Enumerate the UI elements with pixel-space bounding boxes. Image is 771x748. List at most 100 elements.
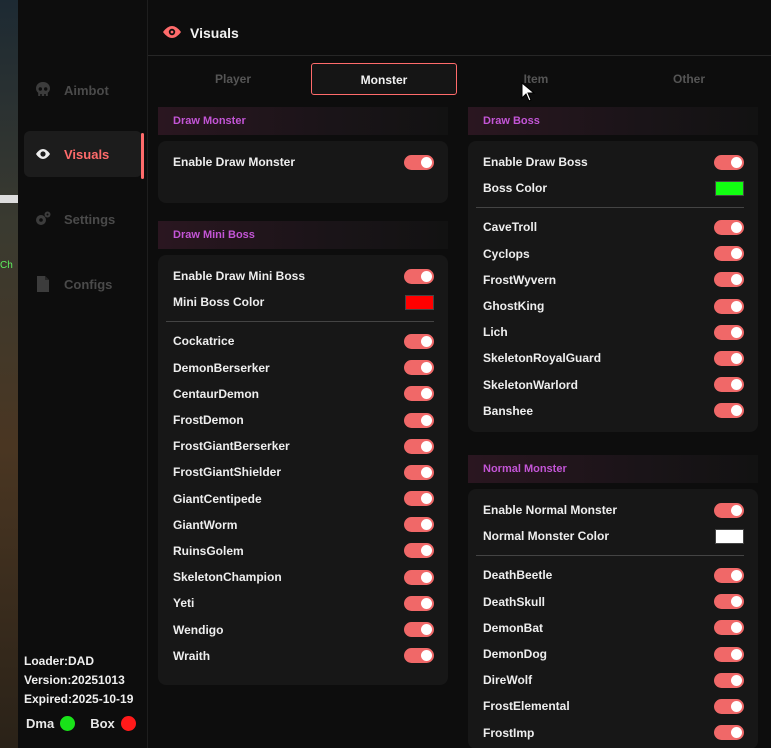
monster-label: Cockatrice	[173, 334, 235, 349]
monster-toggle[interactable]	[404, 622, 434, 638]
monster-label: CaveTroll	[483, 220, 538, 235]
setting-row: Enable Draw Monster	[158, 149, 448, 175]
panel-title: Draw Monster	[158, 107, 448, 135]
monster-row: FrostDemon	[158, 407, 448, 433]
mini-boss-color-swatch[interactable]	[405, 294, 434, 310]
monster-label: GiantCentipede	[173, 491, 262, 506]
monster-row: DeathBeetle	[468, 562, 758, 588]
monster-row: FrostWyvern	[468, 267, 758, 293]
monster-toggle[interactable]	[404, 464, 434, 480]
monster-label: GiantWorm	[173, 517, 238, 532]
setting-label: Enable Draw Mini Boss	[173, 269, 306, 284]
monster-row: FrostGiantShielder	[158, 459, 448, 485]
sidebar-item-label: Visuals	[64, 146, 110, 162]
monster-toggle[interactable]	[714, 698, 744, 714]
monster-toggle[interactable]	[714, 594, 744, 610]
monster-row: DireWolf	[468, 667, 758, 693]
mini-boss-list: Cockatrice DemonBerserker CentaurDemon Fros…	[158, 328, 448, 668]
box-label: Box	[90, 716, 115, 731]
monster-toggle[interactable]	[714, 219, 744, 235]
panel-title: Draw Mini Boss	[158, 221, 448, 249]
monster-label: FrostDemon	[173, 413, 244, 428]
monster-toggle[interactable]	[714, 567, 744, 583]
draw-monster-panel: Draw Monster Enable Draw Monster	[158, 107, 448, 203]
tab-bar: Player Monster Item Other	[160, 63, 760, 95]
setting-label: Enable Draw Boss	[483, 155, 588, 170]
monster-toggle[interactable]	[714, 298, 744, 314]
tab-monster[interactable]: Monster	[311, 63, 457, 95]
sidebar-item-configs[interactable]: Configs	[24, 261, 142, 307]
enable-draw-boss-toggle[interactable]	[714, 154, 744, 170]
sidebar-item-aimbot[interactable]: Aimbot	[24, 67, 142, 113]
monster-row: FrostImp	[468, 720, 758, 746]
setting-row: Enable Normal Monster	[468, 497, 758, 523]
sidebar-item-visuals[interactable]: Visuals	[24, 131, 144, 179]
monster-label: DeathSkull	[483, 594, 546, 609]
tab-other[interactable]: Other	[616, 63, 762, 95]
setting-label: Normal Monster Color	[483, 529, 610, 544]
divider	[476, 555, 744, 557]
monster-row: DeathSkull	[468, 589, 758, 615]
draw-boss-panel: Draw Boss Enable Draw Boss Boss Color Ca…	[468, 107, 758, 432]
enable-draw-mini-boss-toggle[interactable]	[404, 268, 434, 284]
monster-row: SkeletonChampion	[158, 564, 448, 590]
sidebar-item-label: Aimbot	[64, 82, 109, 98]
monster-row: Cyclops	[468, 241, 758, 267]
monster-label: Banshee	[483, 403, 534, 418]
sidebar-item-settings[interactable]: Settings	[24, 196, 142, 242]
monster-toggle[interactable]	[404, 333, 434, 349]
setting-row: Boss Color	[468, 175, 758, 201]
dma-status-dot	[60, 716, 76, 731]
enable-normal-monster-toggle[interactable]	[714, 502, 744, 518]
monster-toggle[interactable]	[404, 360, 434, 376]
tab-player[interactable]: Player	[160, 63, 306, 95]
status-row: Dma Box	[26, 716, 136, 731]
tab-item[interactable]: Item	[463, 63, 609, 95]
monster-row: CaveTroll	[468, 214, 758, 240]
boss-color-swatch[interactable]	[715, 180, 744, 196]
setting-label: Boss Color	[483, 181, 548, 196]
monster-label: SkeletonRoyalGuard	[483, 351, 602, 366]
monster-label: Wendigo	[173, 622, 224, 637]
monster-label: FrostGiantShielder	[173, 465, 282, 480]
monster-toggle[interactable]	[404, 386, 434, 402]
monster-row: SkeletonRoyalGuard	[468, 345, 758, 371]
cheat-menu-window: Aimbot Visuals Settings Configs Loader:D…	[18, 0, 771, 748]
monster-toggle[interactable]	[404, 569, 434, 585]
monster-toggle[interactable]	[714, 246, 744, 262]
enable-draw-monster-toggle[interactable]	[404, 154, 434, 170]
monster-toggle[interactable]	[404, 412, 434, 428]
monster-toggle[interactable]	[714, 324, 744, 340]
normal-monster-color-swatch[interactable]	[715, 528, 744, 544]
monster-toggle[interactable]	[404, 491, 434, 507]
monster-row: RuinsGolem	[158, 538, 448, 564]
monster-toggle[interactable]	[714, 350, 744, 366]
panel-body: Enable Normal Monster Normal Monster Col…	[468, 489, 758, 748]
monster-row: GiantCentipede	[158, 486, 448, 512]
monster-toggle[interactable]	[714, 725, 744, 741]
panel-body: Enable Draw Mini Boss Mini Boss Color Co…	[158, 255, 448, 685]
monster-label: Lich	[483, 325, 508, 340]
monster-label: SkeletonWarlord	[483, 377, 578, 392]
monster-toggle[interactable]	[404, 595, 434, 611]
monster-toggle[interactable]	[404, 517, 434, 533]
monster-toggle[interactable]	[714, 377, 744, 393]
monster-toggle[interactable]	[714, 646, 744, 662]
sidebar: Aimbot Visuals Settings Configs Loader:D…	[18, 0, 148, 748]
monster-toggle[interactable]	[404, 543, 434, 559]
normal-monster-list: DeathBeetle DeathSkull DemonBat DemonDog Dir…	[468, 562, 758, 745]
monster-label: FrostWyvern	[483, 272, 557, 287]
monster-label: SkeletonChampion	[173, 570, 282, 585]
monster-toggle[interactable]	[714, 272, 744, 288]
monster-toggle[interactable]	[404, 438, 434, 454]
monster-toggle[interactable]	[714, 672, 744, 688]
monster-toggle[interactable]	[404, 648, 434, 664]
setting-row: Normal Monster Color	[468, 523, 758, 549]
monster-row: Yeti	[158, 590, 448, 616]
monster-toggle[interactable]	[714, 403, 744, 419]
monster-row: CentaurDemon	[158, 381, 448, 407]
monster-toggle[interactable]	[714, 620, 744, 636]
setting-row: Enable Draw Boss	[468, 149, 758, 175]
box-status-dot	[120, 716, 136, 731]
monster-row: DemonDog	[468, 641, 758, 667]
